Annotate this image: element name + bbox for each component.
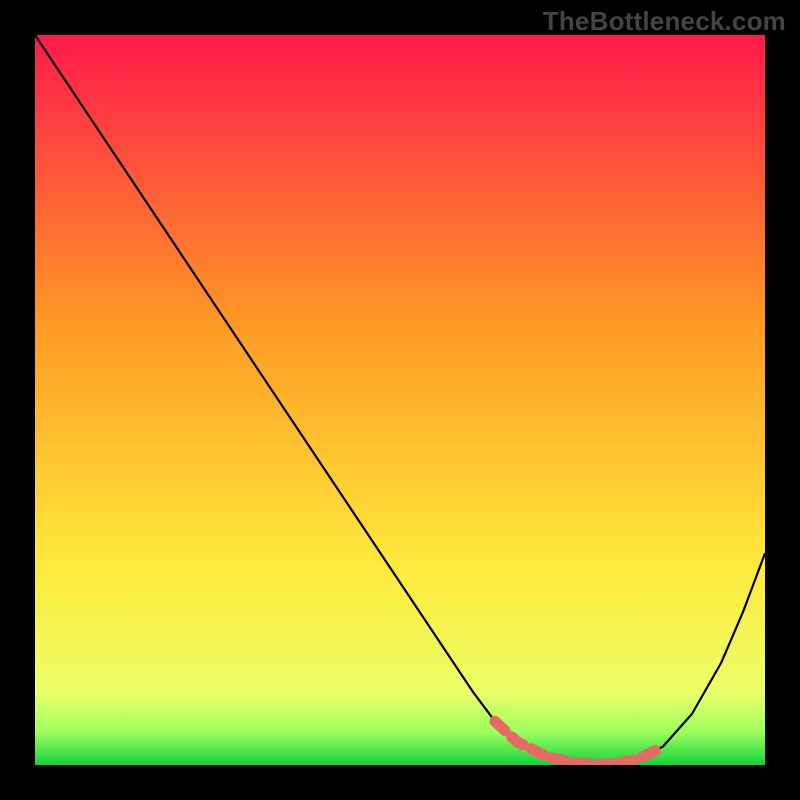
chart-plot-area — [35, 35, 765, 765]
watermark-text: TheBottleneck.com — [543, 6, 786, 37]
chart-svg — [35, 35, 765, 765]
gradient-background — [35, 35, 765, 765]
